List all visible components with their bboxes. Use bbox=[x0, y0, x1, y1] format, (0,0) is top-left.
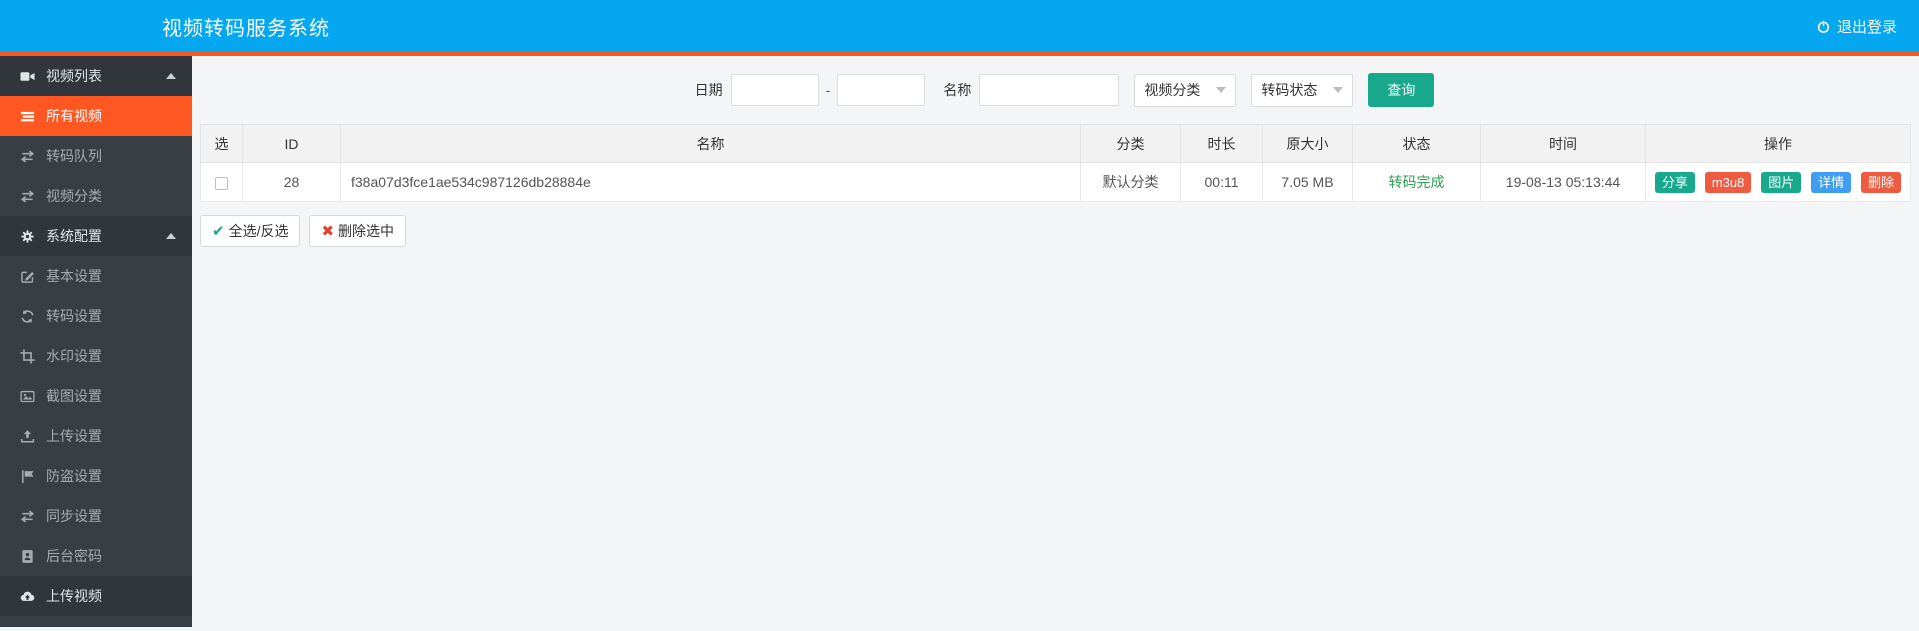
sidebar-item-label: 所有视频 bbox=[46, 108, 102, 124]
select-all-button[interactable]: ✔ 全选/反选 bbox=[200, 215, 301, 247]
video-table: 选 ID 名称 分类 时长 原大小 状态 时间 操作 28 f38a07d3fc… bbox=[200, 124, 1911, 202]
col-header-duration: 时长 bbox=[1180, 124, 1263, 163]
gear-icon bbox=[21, 229, 34, 243]
power-icon bbox=[1817, 19, 1830, 33]
sidebar-item-label: 上传视频 bbox=[46, 588, 102, 604]
x-icon: ✖ bbox=[321, 223, 335, 240]
col-header-name: 名称 bbox=[340, 124, 1081, 163]
sidebar-item-label: 转码设置 bbox=[46, 308, 102, 324]
sidebar-item-label: 基本设置 bbox=[46, 268, 102, 284]
check-icon: ✔ bbox=[212, 223, 225, 240]
edit-icon bbox=[21, 271, 34, 283]
col-header-id: ID bbox=[242, 124, 341, 163]
image-button[interactable]: 图片 bbox=[1761, 171, 1802, 193]
col-header-category: 分类 bbox=[1080, 124, 1181, 163]
status-select[interactable]: 转码状态 bbox=[1251, 73, 1354, 107]
col-header-time: 时间 bbox=[1480, 124, 1646, 163]
table-row: 28 f38a07d3fce1ae534c987126db28884e 默认分类… bbox=[200, 162, 1911, 202]
sidebar-item-video-category[interactable]: 视频分类 bbox=[0, 176, 192, 216]
sidebar-item-label: 截图设置 bbox=[46, 388, 102, 404]
col-header-size: 原大小 bbox=[1262, 124, 1353, 163]
cloud-upload-icon bbox=[20, 591, 35, 601]
sidebar-item-upload-video[interactable]: 上传视频 bbox=[0, 576, 192, 616]
sidebar: 视频列表 所有视频 转码队列 视频分类 系统配置 基本设置 转码设置 水印设置 … bbox=[0, 56, 192, 627]
main-layout: 视频列表 所有视频 转码队列 视频分类 系统配置 基本设置 转码设置 水印设置 … bbox=[0, 56, 1919, 627]
caret-up-icon bbox=[166, 233, 176, 239]
sidebar-item-transcode-settings[interactable]: 转码设置 bbox=[0, 296, 192, 336]
sidebar-item-transcode-queue[interactable]: 转码队列 bbox=[0, 136, 192, 176]
row-id: 28 bbox=[242, 162, 341, 202]
select-all-label: 全选/反选 bbox=[228, 223, 289, 239]
sidebar-item-sync-settings[interactable]: 同步设置 bbox=[0, 496, 192, 536]
delete-selected-label: 删除选中 bbox=[338, 223, 395, 239]
details-button[interactable]: 详情 bbox=[1811, 171, 1852, 193]
sidebar-item-basic-settings[interactable]: 基本设置 bbox=[0, 256, 192, 296]
row-category: 默认分类 bbox=[1080, 162, 1181, 202]
date-range-separator: - bbox=[825, 82, 831, 98]
col-header-status: 状态 bbox=[1352, 124, 1481, 163]
table-header-row: 选 ID 名称 分类 时长 原大小 状态 时间 操作 bbox=[200, 124, 1911, 163]
exchange-icon bbox=[20, 190, 35, 202]
filter-bar: 日期 - 名称 视频分类 转码状态 查询 bbox=[200, 56, 1911, 124]
caret-up-icon bbox=[166, 73, 176, 79]
chevron-down-icon bbox=[1333, 87, 1344, 93]
name-label: 名称 bbox=[943, 82, 972, 98]
sidebar-item-label: 水印设置 bbox=[46, 348, 102, 364]
content-area: 日期 - 名称 视频分类 转码状态 查询 选 ID 名称 分类 时长 原大小 状… bbox=[192, 56, 1919, 627]
row-actions: 分享 m3u8 图片 详情 删除 bbox=[1645, 162, 1911, 202]
videocam-icon bbox=[20, 71, 35, 81]
sidebar-item-label: 转码队列 bbox=[46, 148, 102, 164]
sidebar-item-label: 后台密码 bbox=[46, 548, 102, 564]
row-duration: 00:11 bbox=[1180, 162, 1263, 202]
sidebar-item-antitheft-settings[interactable]: 防盗设置 bbox=[0, 456, 192, 496]
upload-icon bbox=[20, 429, 35, 442]
query-button[interactable]: 查询 bbox=[1368, 73, 1435, 107]
sidebar-item-admin-password[interactable]: 后台密码 bbox=[0, 536, 192, 576]
delete-button[interactable]: 删除 bbox=[1861, 171, 1902, 193]
row-name: f38a07d3fce1ae534c987126db28884e bbox=[340, 162, 1081, 202]
sidebar-section-video-list[interactable]: 视频列表 bbox=[0, 56, 192, 96]
chevron-down-icon bbox=[1216, 87, 1227, 93]
m3u8-button[interactable]: m3u8 bbox=[1704, 171, 1752, 193]
sidebar-item-all-videos[interactable]: 所有视频 bbox=[0, 96, 192, 136]
crop-icon bbox=[20, 348, 35, 364]
sidebar-item-label: 系统配置 bbox=[46, 228, 102, 244]
category-select[interactable]: 视频分类 bbox=[1134, 73, 1237, 107]
col-header-actions: 操作 bbox=[1645, 124, 1911, 163]
app-title: 视频转码服务系统 bbox=[162, 17, 330, 40]
top-header: 视频转码服务系统 退出登录 bbox=[0, 0, 1919, 56]
flag-icon bbox=[22, 469, 34, 483]
exchange-icon bbox=[20, 510, 35, 522]
logout-button[interactable]: 退出登录 bbox=[1816, 16, 1897, 37]
row-checkbox[interactable] bbox=[215, 176, 228, 190]
sidebar-item-watermark-settings[interactable]: 水印设置 bbox=[0, 336, 192, 376]
sidebar-item-label: 防盗设置 bbox=[46, 468, 102, 484]
id-card-icon bbox=[22, 549, 33, 563]
logout-label: 退出登录 bbox=[1836, 18, 1897, 36]
image-icon bbox=[20, 390, 35, 402]
status-select-value: 转码状态 bbox=[1261, 82, 1318, 98]
sidebar-item-label: 上传设置 bbox=[46, 428, 102, 444]
date-from-input[interactable] bbox=[730, 74, 819, 106]
col-header-select: 选 bbox=[200, 124, 243, 163]
share-button[interactable]: 分享 bbox=[1654, 171, 1695, 193]
sidebar-item-label: 同步设置 bbox=[46, 508, 102, 524]
date-label: 日期 bbox=[694, 82, 723, 98]
exchange-icon bbox=[20, 150, 35, 162]
date-to-input[interactable] bbox=[837, 74, 926, 106]
category-select-value: 视频分类 bbox=[1144, 82, 1201, 98]
sidebar-item-screenshot-settings[interactable]: 截图设置 bbox=[0, 376, 192, 416]
sidebar-item-label: 视频列表 bbox=[46, 68, 102, 84]
row-status-badge: 转码完成 bbox=[1352, 162, 1481, 202]
row-size: 7.05 MB bbox=[1262, 162, 1353, 202]
refresh-icon bbox=[21, 309, 34, 323]
row-time: 19-08-13 05:13:44 bbox=[1480, 162, 1646, 202]
bulk-action-bar: ✔ 全选/反选 ✖ 删除选中 bbox=[200, 215, 1911, 247]
delete-selected-button[interactable]: ✖ 删除选中 bbox=[309, 215, 407, 247]
sidebar-section-system-config[interactable]: 系统配置 bbox=[0, 216, 192, 256]
sidebar-item-label: 视频分类 bbox=[46, 188, 102, 204]
name-search-input[interactable] bbox=[979, 74, 1120, 106]
list-icon bbox=[20, 111, 35, 121]
sidebar-item-upload-settings[interactable]: 上传设置 bbox=[0, 416, 192, 456]
